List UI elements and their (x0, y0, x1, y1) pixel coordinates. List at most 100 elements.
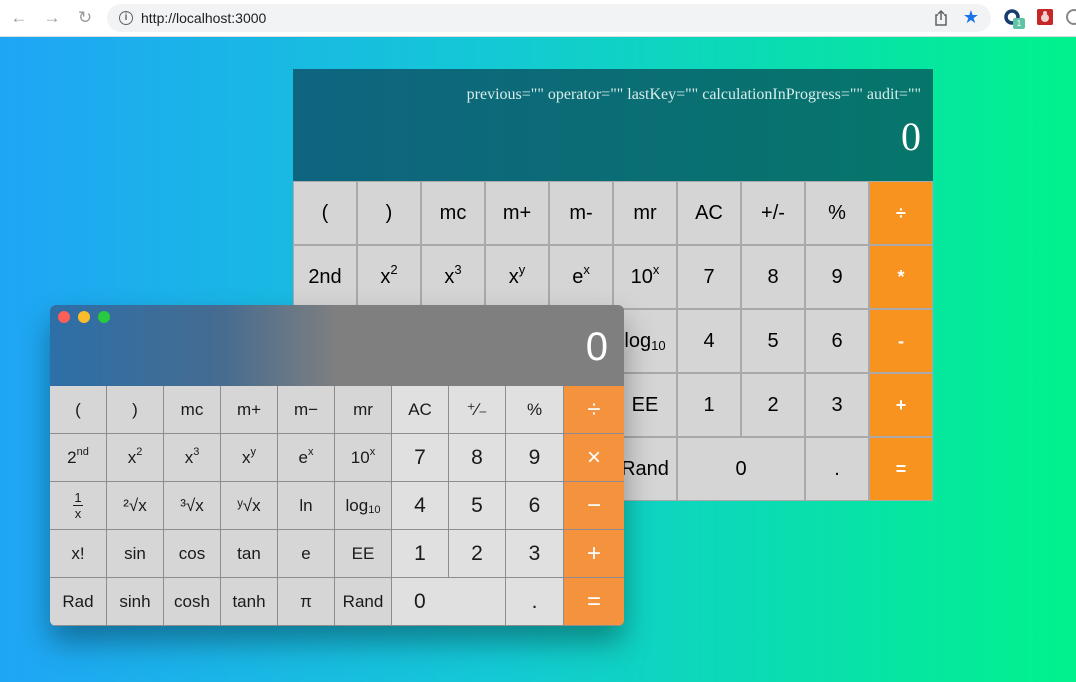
key-equals[interactable]: = (564, 578, 624, 626)
key-pi[interactable]: π (278, 578, 335, 626)
key-log10[interactable]: log 10 (335, 482, 392, 530)
reload-icon[interactable]: ↻ (74, 7, 96, 29)
key-x-squared[interactable]: x2 (357, 245, 421, 309)
display-value: 0 (585, 325, 608, 369)
key-ten-power-x[interactable]: 10 x (335, 434, 392, 482)
key-second[interactable]: 2nd (50, 434, 107, 482)
key-tan[interactable]: tan (221, 530, 278, 578)
key-close-paren[interactable]: ) (357, 181, 421, 245)
key-divide[interactable]: ÷ (564, 386, 624, 434)
key-sinh[interactable]: sinh (107, 578, 164, 626)
key-8[interactable]: 8 (449, 434, 506, 482)
key-open-paren[interactable]: ( (50, 386, 107, 434)
minimize-window-icon[interactable] (78, 311, 90, 323)
key-multiply[interactable]: * (869, 245, 933, 309)
key-ten-power-x[interactable]: 10 x (613, 245, 677, 309)
key-ac[interactable]: AC (392, 386, 449, 434)
key-e[interactable]: e (278, 530, 335, 578)
display-value: 0 (901, 114, 921, 159)
key-second[interactable]: 2nd (293, 245, 357, 309)
key-x-power-y[interactable]: xy (221, 434, 278, 482)
key-ee[interactable]: EE (335, 530, 392, 578)
bookmark-star-icon[interactable]: ★ (963, 7, 979, 28)
mac-calculator-window: 0 ( ) mc m+ m− mr AC ⁺∕₋ % ÷ 2nd x2 x3 x… (50, 305, 624, 626)
key-e-power-x[interactable]: ex (278, 434, 335, 482)
key-equals[interactable]: = (869, 437, 933, 501)
key-4[interactable]: 4 (677, 309, 741, 373)
extension-partial-icon[interactable] (1064, 8, 1076, 26)
calculator-state-line: previous="" operator="" lastKey="" calcu… (466, 86, 921, 103)
key-ln[interactable]: ln (278, 482, 335, 530)
address-bar[interactable]: i http://localhost:3000 ★ (107, 4, 991, 32)
key-4[interactable]: 4 (392, 482, 449, 530)
key-rand[interactable]: Rand (335, 578, 392, 626)
key-plus-minus[interactable]: ⁺∕₋ (449, 386, 506, 434)
key-square-root[interactable]: ²√x (107, 482, 164, 530)
key-3[interactable]: 3 (506, 530, 564, 578)
key-5[interactable]: 5 (741, 309, 805, 373)
page-background: previous="" operator="" lastKey="" calcu… (0, 37, 1076, 682)
key-close-paren[interactable]: ) (107, 386, 164, 434)
key-m-minus[interactable]: m− (278, 386, 335, 434)
key-sin[interactable]: sin (107, 530, 164, 578)
key-divide[interactable]: ÷ (869, 181, 933, 245)
key-plus-minus[interactable]: +/- (741, 181, 805, 245)
key-minus[interactable]: − (564, 482, 624, 530)
key-dot[interactable]: . (506, 578, 564, 626)
key-cosh[interactable]: cosh (164, 578, 221, 626)
key-mc[interactable]: mc (164, 386, 221, 434)
key-m-plus[interactable]: m+ (485, 181, 549, 245)
key-minus[interactable]: - (869, 309, 933, 373)
key-cos[interactable]: cos (164, 530, 221, 578)
key-7[interactable]: 7 (392, 434, 449, 482)
key-9[interactable]: 9 (506, 434, 564, 482)
key-plus[interactable]: + (564, 530, 624, 578)
key-tanh[interactable]: tanh (221, 578, 278, 626)
key-percent[interactable]: % (805, 181, 869, 245)
key-mr[interactable]: mr (613, 181, 677, 245)
key-dot[interactable]: . (805, 437, 869, 501)
key-mc[interactable]: mc (421, 181, 485, 245)
key-multiply[interactable]: × (564, 434, 624, 482)
key-6[interactable]: 6 (506, 482, 564, 530)
extension-badge: 1 (1013, 18, 1025, 29)
key-1[interactable]: 1 (392, 530, 449, 578)
key-1[interactable]: 1 (677, 373, 741, 437)
mac-calculator-keypad: ( ) mc m+ m− mr AC ⁺∕₋ % ÷ 2nd x2 x3 xy … (50, 386, 624, 626)
key-8[interactable]: 8 (741, 245, 805, 309)
key-5[interactable]: 5 (449, 482, 506, 530)
share-icon[interactable] (933, 9, 949, 27)
key-0[interactable]: 0 (392, 578, 506, 626)
key-percent[interactable]: % (506, 386, 564, 434)
key-m-plus[interactable]: m+ (221, 386, 278, 434)
key-rad[interactable]: Rad (50, 578, 107, 626)
key-factorial[interactable]: x! (50, 530, 107, 578)
key-reciprocal[interactable]: 1x (50, 482, 107, 530)
close-window-icon[interactable] (58, 311, 70, 323)
key-x-power-y[interactable]: xy (485, 245, 549, 309)
key-cube-root[interactable]: ³√x (164, 482, 221, 530)
key-plus[interactable]: + (869, 373, 933, 437)
zoom-window-icon[interactable] (98, 311, 110, 323)
key-open-paren[interactable]: ( (293, 181, 357, 245)
key-mr[interactable]: mr (335, 386, 392, 434)
key-7[interactable]: 7 (677, 245, 741, 309)
extension-bug-icon[interactable] (1037, 9, 1053, 25)
key-0[interactable]: 0 (677, 437, 805, 501)
site-info-icon[interactable]: i (119, 11, 133, 25)
key-2[interactable]: 2 (449, 530, 506, 578)
back-icon[interactable]: ← (8, 7, 30, 29)
key-m-minus[interactable]: m- (549, 181, 613, 245)
key-y-root[interactable]: ʸ√x (221, 482, 278, 530)
key-ac[interactable]: AC (677, 181, 741, 245)
key-6[interactable]: 6 (805, 309, 869, 373)
url-text[interactable]: http://localhost:3000 (141, 10, 266, 26)
key-3[interactable]: 3 (805, 373, 869, 437)
key-x-squared[interactable]: x2 (107, 434, 164, 482)
key-e-power-x[interactable]: ex (549, 245, 613, 309)
key-9[interactable]: 9 (805, 245, 869, 309)
key-x-cubed[interactable]: x3 (421, 245, 485, 309)
key-2[interactable]: 2 (741, 373, 805, 437)
forward-icon[interactable]: → (41, 7, 63, 29)
key-x-cubed[interactable]: x3 (164, 434, 221, 482)
